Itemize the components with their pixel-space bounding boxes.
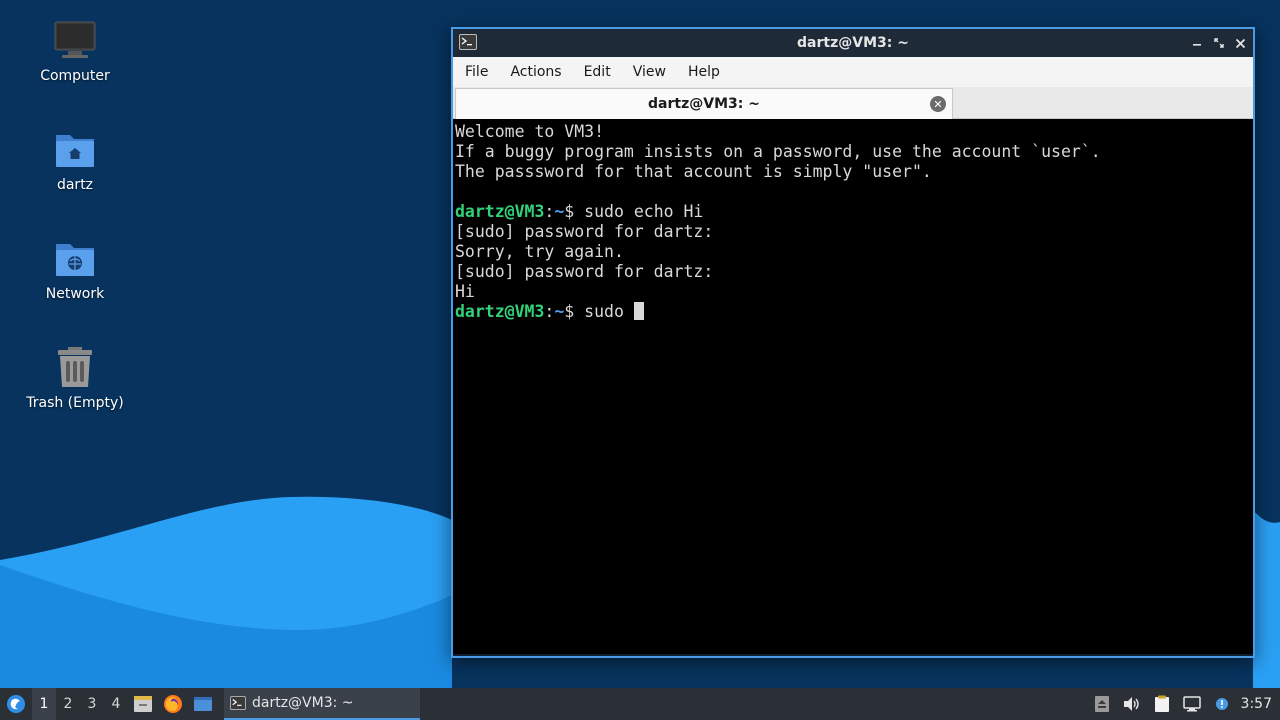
taskbar-task-terminal[interactable]: dartz@VM3: ~ xyxy=(224,688,420,720)
update-tray[interactable] xyxy=(1087,688,1117,720)
prompt-separator: : xyxy=(544,302,555,321)
taskbar: 1 2 3 4 dartz@VM3: ~ 3:57 xyxy=(0,688,1280,720)
clock[interactable]: 3:57 xyxy=(1237,696,1280,712)
show-desktop-launcher[interactable] xyxy=(188,688,218,720)
close-icon xyxy=(1235,38,1246,48)
volume-tray[interactable] xyxy=(1117,688,1147,720)
terminal-output[interactable]: Welcome to VM3! If a buggy program insis… xyxy=(453,119,1253,654)
tab-label: dartz@VM3: ~ xyxy=(648,96,760,112)
network-icon xyxy=(1182,696,1201,712)
prompt-user: dartz@VM3 xyxy=(455,302,545,321)
menu-file[interactable]: File xyxy=(454,64,499,80)
network-folder-icon xyxy=(53,236,97,280)
terminal-task-icon xyxy=(230,696,246,710)
desktop-icon-label: Computer xyxy=(40,68,110,84)
workspace-4[interactable]: 4 xyxy=(104,688,128,720)
minimize-button[interactable] xyxy=(1190,35,1203,51)
close-button[interactable] xyxy=(1234,35,1247,51)
maximize-button[interactable] xyxy=(1212,35,1225,51)
menu-actions[interactable]: Actions xyxy=(499,64,572,80)
workspace-1[interactable]: 1 xyxy=(32,688,56,720)
terminal-line: If a buggy program insists on a password… xyxy=(455,142,1101,161)
prompt-dollar: $ xyxy=(564,202,585,221)
menubar: File Actions Edit View Help xyxy=(453,57,1253,87)
desktop-icon-label: Network xyxy=(45,286,105,302)
computer-icon xyxy=(53,18,97,62)
menu-help[interactable]: Help xyxy=(677,64,731,80)
workspace-3[interactable]: 3 xyxy=(80,688,104,720)
system-tray: 3:57 xyxy=(1087,688,1280,720)
firefox-launcher[interactable] xyxy=(158,688,188,720)
window-title: dartz@VM3: ~ xyxy=(797,35,909,51)
network-tray[interactable] xyxy=(1177,688,1207,720)
volume-icon xyxy=(1123,697,1139,711)
prompt-user: dartz@VM3 xyxy=(455,202,545,221)
desktop-icon-trash[interactable]: Trash (Empty) xyxy=(10,345,140,411)
prompt-path: ~ xyxy=(554,302,565,321)
terminal-line: [sudo] password for dartz: xyxy=(455,262,714,281)
tab-bar: dartz@VM3: ~ ✕ xyxy=(453,87,1253,119)
file-manager-icon xyxy=(134,696,152,712)
firefox-icon xyxy=(164,695,182,713)
prompt-separator: : xyxy=(544,202,555,221)
start-menu-button[interactable] xyxy=(0,688,32,720)
terminal-window[interactable]: dartz@VM3: ~ File Actions Edit View Help… xyxy=(451,27,1255,658)
file-manager-launcher[interactable] xyxy=(128,688,158,720)
desktop-icon-network[interactable]: Network xyxy=(10,236,140,302)
command-input[interactable]: sudo xyxy=(584,302,634,321)
show-desktop-icon xyxy=(194,697,212,711)
desktop-icon-home[interactable]: dartz xyxy=(10,127,140,193)
prompt-path: ~ xyxy=(554,202,565,221)
prompt-dollar: $ xyxy=(564,302,585,321)
clipboard-tray[interactable] xyxy=(1147,688,1177,720)
trash-icon xyxy=(53,345,97,389)
terminal-app-icon[interactable] xyxy=(459,34,477,54)
desktop-icon-label: dartz xyxy=(56,177,94,193)
lxqt-logo-icon xyxy=(7,695,25,713)
desktop-icon-computer[interactable]: Computer xyxy=(10,18,140,84)
terminal-line: Hi xyxy=(455,282,475,301)
home-folder-icon xyxy=(53,127,97,171)
menu-edit[interactable]: Edit xyxy=(573,64,622,80)
window-titlebar[interactable]: dartz@VM3: ~ xyxy=(453,29,1253,57)
menu-view[interactable]: View xyxy=(622,64,677,80)
maximize-icon xyxy=(1213,38,1224,48)
notification-icon xyxy=(1215,698,1228,710)
terminal-line: The passsword for that account is simply… xyxy=(455,162,932,181)
update-icon xyxy=(1094,696,1109,712)
tab-close-icon[interactable]: ✕ xyxy=(930,96,946,112)
notification-tray[interactable] xyxy=(1207,688,1237,720)
desktop-icon-label: Trash (Empty) xyxy=(26,395,124,411)
minimize-icon xyxy=(1192,44,1201,46)
terminal-prompt-line: dartz@VM3:~$ sudo echo Hi xyxy=(455,202,1251,222)
terminal-line: Welcome to VM3! xyxy=(455,122,605,141)
command-text: sudo echo Hi xyxy=(584,202,704,221)
terminal-line: [sudo] password for dartz: xyxy=(455,222,714,241)
task-label: dartz@VM3: ~ xyxy=(252,695,354,711)
terminal-line: Sorry, try again. xyxy=(455,242,624,261)
clipboard-icon xyxy=(1154,695,1169,712)
text-cursor xyxy=(633,302,644,320)
terminal-prompt-line: dartz@VM3:~$ sudo xyxy=(455,302,1251,322)
tab-terminal[interactable]: dartz@VM3: ~ ✕ xyxy=(455,88,953,119)
workspace-2[interactable]: 2 xyxy=(56,688,80,720)
